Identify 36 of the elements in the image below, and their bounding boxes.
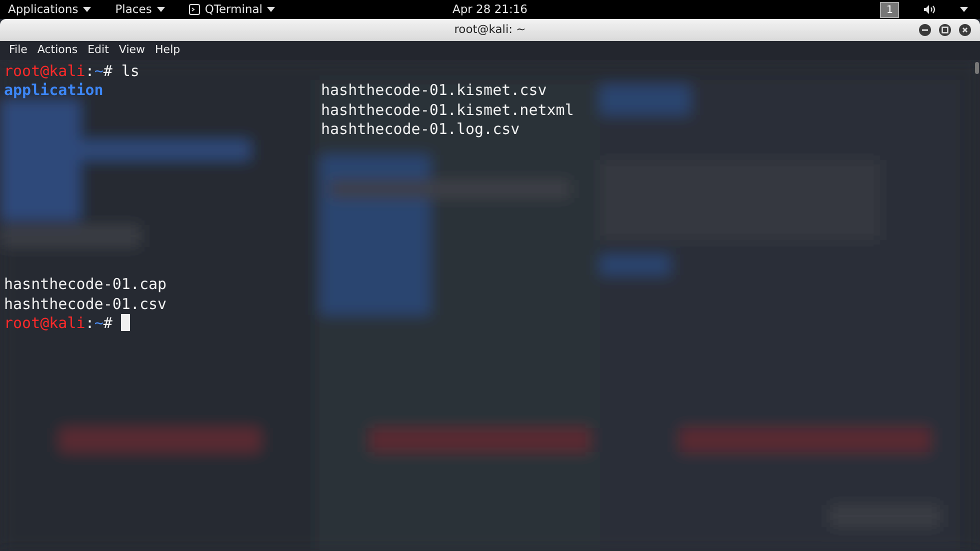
menu-item[interactable]: View [114,42,150,59]
terminal-text: ~ [94,62,104,82]
terminal-text: application [4,81,104,101]
menu-item[interactable]: Actions [32,42,83,59]
clock[interactable]: Apr 28 21:16 [452,2,528,16]
caret-icon[interactable] [960,7,968,12]
maximize-button[interactable] [939,24,951,36]
menu-item[interactable]: Edit [82,42,114,59]
workspace-indicator[interactable]: 1 [880,2,899,18]
terminal-text: hashthecode-01.kismet.netxml [321,100,574,120]
scrollbar[interactable] [975,62,979,74]
terminal-text: : [85,314,94,334]
window-title: root@kali: ~ [454,21,526,38]
terminal-text: # ls [103,62,140,82]
terminal-icon [188,4,200,15]
volume-icon[interactable] [923,4,936,15]
terminal-text: hashthecode-01.csv [4,294,167,314]
menu-item[interactable]: File [4,42,32,59]
caret-icon [267,7,276,12]
top-menu[interactable]: Applications [8,0,78,18]
terminal-text: ~ [94,314,104,334]
terminal-text: hashthecode-01.log.csv [321,120,520,140]
terminal-text: : [85,62,94,82]
menu-item[interactable]: Help [150,42,186,59]
caret-icon [83,7,92,12]
top-menu[interactable]: Places [115,0,152,18]
caret-icon [156,7,165,12]
terminal-text: root@kali [4,314,86,334]
terminal-text: root@kali [4,62,86,82]
close-button[interactable] [959,24,971,36]
app-menu[interactable]: QTerminal [204,0,262,18]
maximize-icon [939,24,951,36]
minimize-button[interactable] [919,24,931,36]
terminal-text: hashthecode-01.kismet.csv [321,81,547,101]
terminal-text: hasnthecode-01.cap [4,275,167,295]
terminal-text: # [103,314,114,334]
